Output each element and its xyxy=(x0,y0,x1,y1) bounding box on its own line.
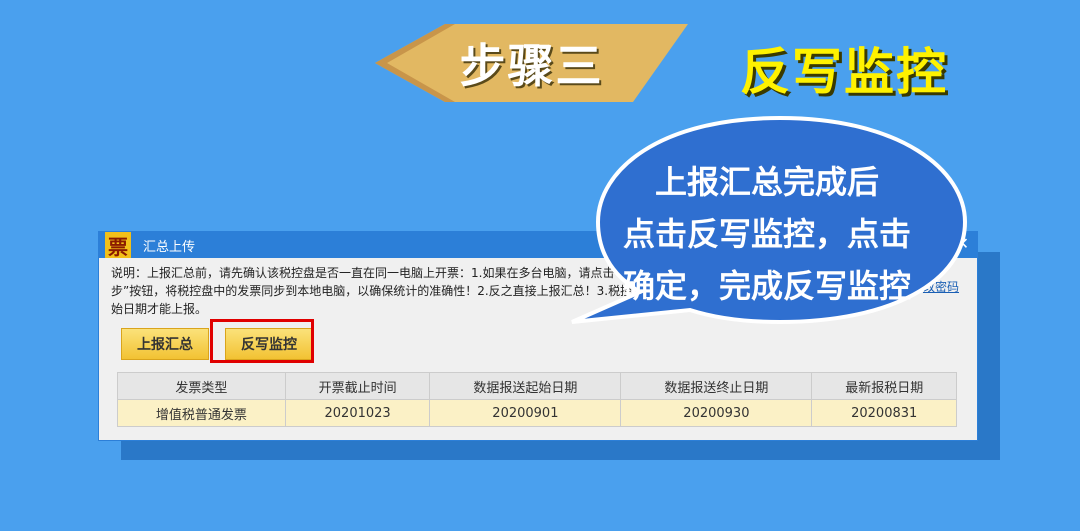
header-latest-date: 最新报税日期 xyxy=(811,372,957,400)
window-title: 汇总上传 xyxy=(143,239,196,255)
cell-invoice-type: 增值税普通发票 xyxy=(117,399,286,427)
highlight-box xyxy=(210,319,314,363)
upload-summary-button[interactable]: 上报汇总 xyxy=(121,328,209,360)
change-password-link[interactable]: 改密码 xyxy=(923,278,959,295)
invoice-app-icon: 票 xyxy=(105,232,131,259)
header-invoice-type: 发票类型 xyxy=(117,372,286,400)
header-start-date: 数据报送起始日期 xyxy=(429,372,622,400)
cell-start-date: 20200901 xyxy=(429,399,622,427)
callout-line-1: 上报汇总完成后 xyxy=(654,163,879,201)
cell-end-date: 20200930 xyxy=(620,399,813,427)
close-icon[interactable]: ✕ xyxy=(956,234,969,253)
cell-deadline: 20201023 xyxy=(284,399,431,427)
step-title: 反写监控 xyxy=(740,43,948,101)
header-end-date: 数据报送终止日期 xyxy=(620,372,813,400)
minimize-icon[interactable]: — xyxy=(926,234,942,253)
table-header-row: 发票类型 开票截止时间 数据报送起始日期 数据报送终止日期 最新报税日期 xyxy=(117,372,957,400)
callout-text: 上报汇总完成后 点击反写监控，点击 确定，完成反写监控 xyxy=(612,156,922,312)
window-controls: — ✕ xyxy=(926,234,969,253)
table-row[interactable]: 增值税普通发票 20201023 20200901 20200930 20200… xyxy=(117,399,957,427)
cell-latest-date: 20200831 xyxy=(811,399,957,427)
header-deadline: 开票截止时间 xyxy=(284,372,431,400)
invoice-table: 发票类型 开票截止时间 数据报送起始日期 数据报送终止日期 最新报税日期 增值税… xyxy=(117,372,957,427)
step-label: 步骤三 xyxy=(459,39,604,93)
callout-line-2: 点击反写监控，点击 xyxy=(622,215,911,253)
step-banner: 步骤三 xyxy=(375,24,688,102)
callout-line-3: 确定，完成反写监控 xyxy=(622,267,911,305)
